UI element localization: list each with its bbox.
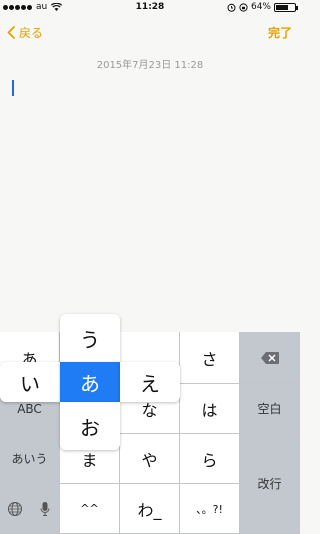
key-kana-mode[interactable]: あいう [0,434,60,484]
back-button[interactable]: 戻る [7,24,43,41]
done-button[interactable]: 完了 [268,24,292,41]
mic-icon [40,501,49,516]
key-return[interactable]: 改行 [240,434,300,534]
key-ra[interactable]: ら [180,434,240,484]
key-wa[interactable]: わ_ [120,484,180,534]
chevron-left-icon [7,26,15,39]
battery-percent: 64% [250,2,271,12]
key-space[interactable]: 空白 [240,384,300,434]
note-date: 2015年7月23日 11:28 [96,60,204,71]
back-label: 戻る [19,26,44,40]
globe-icon [7,501,22,516]
flick-u[interactable]: う [60,314,120,362]
flick-a[interactable]: あ [60,362,120,402]
delete-key[interactable] [240,332,300,384]
text-cursor [12,80,14,96]
flick-e[interactable]: え [120,362,180,402]
orientation-lock-icon [239,2,248,12]
nav-bar: 戻る 完了 [0,18,300,48]
alarm-icon [227,3,236,12]
key-emoticon[interactable]: ^^ [60,484,120,534]
key-sa[interactable]: さ [180,332,240,384]
status-right: 64% [227,2,298,12]
globe-key[interactable] [0,484,30,534]
key-ya[interactable]: や [120,434,180,484]
flick-o[interactable]: お [60,402,120,450]
battery-icon [274,2,298,12]
key-punctuation[interactable]: 、。?! [180,484,240,534]
flick-i[interactable]: い [0,362,60,402]
delete-key-icon [260,351,279,364]
note-text-area[interactable] [0,70,300,332]
mic-key[interactable] [30,484,60,534]
key-ha[interactable]: は [180,384,240,434]
status-bar: au 11:28 64% [0,0,300,16]
battery-fill [276,4,288,10]
